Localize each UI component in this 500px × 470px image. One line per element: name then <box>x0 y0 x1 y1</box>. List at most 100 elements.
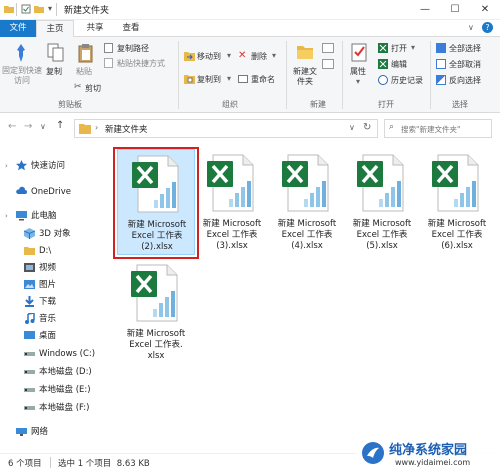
properties-quick-icon[interactable] <box>21 4 31 14</box>
tab-share[interactable]: 共享 <box>78 20 112 37</box>
copy-folder-icon <box>184 75 195 84</box>
expand-chevron-icon[interactable]: › <box>5 207 8 225</box>
close-button[interactable]: ✕ <box>470 0 500 20</box>
tab-file[interactable]: 文件 <box>0 20 36 37</box>
file-name-line: 新建 Microsoft <box>202 219 262 229</box>
nav-item-computer[interactable]: › 此电脑 <box>0 207 110 225</box>
nav-item-label: 视频 <box>39 263 57 273</box>
copy-button[interactable]: 复制 <box>42 41 70 91</box>
file-item[interactable]: 新建 Microsoft Excel 工作表 (4).xlsx <box>268 149 346 255</box>
file-name-line: (3).xlsx <box>216 241 248 251</box>
refresh-icon[interactable]: ↻ <box>363 122 371 133</box>
nav-item-label: 下载 <box>39 297 57 307</box>
folder-icon <box>24 245 35 256</box>
pin-icon <box>17 44 25 62</box>
highlight-box <box>113 147 199 259</box>
nav-item-star[interactable]: › 快速访问 <box>0 157 110 175</box>
file-item[interactable]: 新建 Microsoft Excel 工作表 (6).xlsx <box>418 149 496 255</box>
desktop-icon <box>24 330 35 341</box>
up-icon[interactable]: ↑ <box>56 120 64 131</box>
minimize-button[interactable]: — <box>410 0 440 20</box>
nav-item-drive[interactable]: 本地磁盘 (E:) <box>0 381 110 399</box>
nav-item-picture[interactable]: 图片 <box>0 276 110 294</box>
nav-item-video[interactable]: 视频 <box>0 259 110 277</box>
file-name: 新建 Microsoft Excel 工作表. xlsx <box>117 329 195 362</box>
select-none-icon <box>436 59 446 69</box>
nav-item-network[interactable]: 网络 <box>0 423 110 441</box>
new-folder-icon <box>297 46 313 59</box>
chevron-down-icon: ▾ <box>272 51 277 60</box>
new-item-button[interactable] <box>322 43 334 53</box>
address-field[interactable]: › 新建文件夹 ∨ ↻ <box>74 119 378 138</box>
nav-item-cloud[interactable]: OneDrive <box>0 183 110 201</box>
recent-locations-icon[interactable]: ∨ <box>40 122 46 131</box>
invert-selection-icon <box>436 75 446 85</box>
file-item[interactable]: 新建 Microsoft Excel 工作表 (3).xlsx <box>193 149 271 255</box>
paste-shortcut-icon <box>104 58 113 68</box>
properties-label: 属性 <box>350 67 366 76</box>
clock-icon <box>378 75 388 85</box>
folder-icon <box>4 6 14 13</box>
new-folder-button[interactable]: 新建文件夹 <box>290 41 320 93</box>
delete-label: 删除 <box>251 52 267 61</box>
file-name-line: 新建 Microsoft <box>427 219 487 229</box>
select-none-label: 全部取消 <box>449 60 481 69</box>
nav-item-drive[interactable]: Windows (C:) <box>0 345 110 363</box>
help-icon[interactable]: ? <box>482 22 493 33</box>
pin-quick-access-button[interactable]: 固定到快速访问 <box>2 41 42 91</box>
group-label-organize: 组织 <box>222 100 238 109</box>
delete-icon: ✕ <box>238 50 247 61</box>
nav-item-music[interactable]: 音乐 <box>0 310 110 328</box>
nav-item-label: 网络 <box>31 427 49 437</box>
chevron-down-icon: ▾ <box>411 43 416 52</box>
nav-item-cube[interactable]: 3D 对象 <box>0 225 110 243</box>
drive-icon <box>24 384 35 395</box>
file-item[interactable]: 新建 Microsoft Excel 工作表 (5).xlsx <box>343 149 421 255</box>
tab-home[interactable]: 主页 <box>36 20 74 37</box>
address-dropdown-icon[interactable]: ∨ <box>349 123 355 132</box>
chevron-down-icon: ▾ <box>227 51 232 60</box>
window-title: 新建文件夹 <box>64 6 110 16</box>
expand-chevron-icon[interactable]: › <box>5 157 8 175</box>
tab-view[interactable]: 查看 <box>114 20 148 37</box>
customize-quick-access-icon[interactable]: ▾ <box>48 4 52 13</box>
nav-item-drive[interactable]: 本地磁盘 (D:) <box>0 363 110 381</box>
item-count: 6 个项目 <box>8 459 42 469</box>
nav-item-desktop[interactable]: 桌面 <box>0 327 110 345</box>
invert-selection-label: 反向选择 <box>449 76 481 85</box>
nav-item-drive[interactable]: 本地磁盘 (F:) <box>0 399 110 417</box>
file-name-line: 新建 Microsoft <box>352 219 412 229</box>
nav-item-label: 快速访问 <box>31 161 66 171</box>
watermark-url: www.yidaimei.com <box>395 458 471 467</box>
music-icon <box>24 312 35 324</box>
download-icon <box>24 296 35 307</box>
nav-item-label: 本地磁盘 (D:) <box>39 367 92 377</box>
search-input[interactable]: ⌕ 搜索"新建文件夹" <box>384 119 492 138</box>
search-icon: ⌕ <box>389 122 395 132</box>
forward-icon[interactable]: → <box>24 121 32 132</box>
new-folder-quick-icon[interactable] <box>34 4 44 14</box>
collapse-ribbon-icon[interactable]: ∨ <box>468 23 474 32</box>
file-name-line: Excel 工作表 <box>356 230 408 240</box>
properties-button[interactable]: 属性 ▾ <box>346 41 374 93</box>
file-name: 新建 Microsoft Excel 工作表 (6).xlsx <box>418 219 496 252</box>
edit-icon <box>378 59 388 69</box>
drive-icon <box>24 402 35 413</box>
nav-item-folder[interactable]: D:\ <box>0 242 110 260</box>
nav-item-label: 桌面 <box>39 331 57 341</box>
ribbon-tabs: 文件 主页 共享 查看 ∨ ? <box>0 20 500 37</box>
computer-icon <box>16 210 27 221</box>
maximize-button[interactable]: ☐ <box>440 0 470 20</box>
scissors-icon: ✂ <box>74 82 82 92</box>
rename-label: 重命名 <box>251 75 275 84</box>
move-to-label: 移动到 <box>197 52 221 61</box>
new-folder-label: 新建文件夹 <box>293 67 317 86</box>
pin-label: 固定到快速访问 <box>2 66 42 85</box>
easy-access-button[interactable] <box>322 59 334 69</box>
file-name-line: Excel 工作表 <box>281 230 333 240</box>
picture-icon <box>24 279 35 290</box>
file-item[interactable]: 新建 Microsoft Excel 工作表. xlsx <box>117 259 195 365</box>
excel-file-icon <box>357 153 407 213</box>
nav-item-download[interactable]: 下载 <box>0 293 110 311</box>
back-icon[interactable]: ← <box>8 121 16 132</box>
